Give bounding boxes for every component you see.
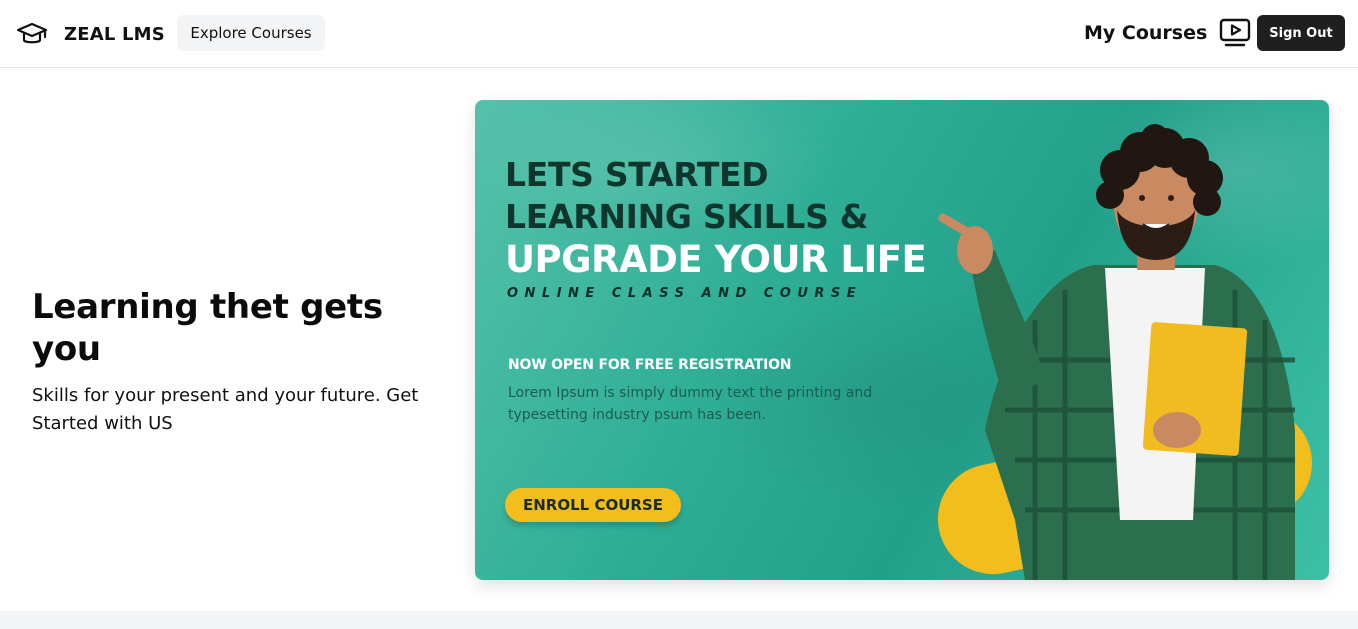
- my-courses-label: My Courses: [1084, 22, 1208, 44]
- hero-text: Learning thet gets you Skills for your p…: [32, 286, 452, 438]
- student-illustration: [937, 124, 1313, 580]
- my-courses-link[interactable]: My Courses: [1084, 18, 1251, 48]
- banner-headline-line2: LEARNING SKILLS &: [505, 197, 869, 236]
- banner-open-registration: NOW OPEN FOR FREE REGISTRATION: [508, 357, 792, 373]
- video-play-icon: [1220, 18, 1251, 47]
- enroll-course-button[interactable]: ENROLL COURSE: [505, 488, 681, 522]
- banner-description: Lorem Ipsum is simply dummy text the pri…: [508, 385, 873, 423]
- footer-strip: [0, 611, 1358, 629]
- explore-courses-button[interactable]: Explore Courses: [177, 15, 325, 51]
- graduation-cap-icon: [16, 22, 48, 44]
- banner-headline-line1: LETS STARTED: [505, 155, 769, 194]
- brand-name: ZEAL LMS: [64, 23, 165, 45]
- brand[interactable]: ZEAL LMS: [16, 18, 165, 50]
- banner-tagline: ONLINE CLASS AND COURSE: [507, 286, 863, 301]
- promo-banner: LETS STARTED LEARNING SKILLS & UPGRADE Y…: [475, 100, 1329, 580]
- hero-title: Learning thet gets you: [32, 287, 383, 369]
- hero-subtitle: Skills for your present and your future.…: [32, 385, 419, 434]
- top-navbar: ZEAL LMS Explore Courses My Courses Sign…: [0, 0, 1358, 68]
- sign-out-button[interactable]: Sign Out: [1257, 15, 1345, 51]
- banner-headline-line3: UPGRADE YOUR LIFE: [505, 238, 927, 281]
